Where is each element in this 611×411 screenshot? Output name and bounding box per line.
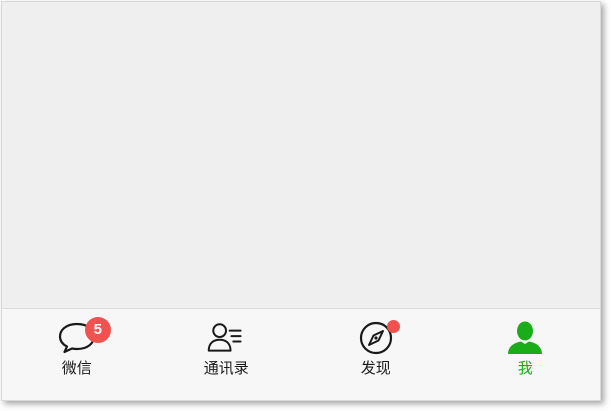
tab-discover[interactable]: 发现 bbox=[301, 309, 451, 400]
compass-icon bbox=[356, 319, 400, 355]
chat-bubble-icon: 5 bbox=[57, 317, 111, 355]
unread-badge: 5 bbox=[84, 317, 111, 343]
new-content-dot bbox=[386, 320, 400, 333]
app-window: 5 微信 通讯录 发现 我 bbox=[1, 1, 601, 401]
tab-wechat[interactable]: 5 微信 bbox=[2, 309, 152, 400]
bottom-tab-bar: 5 微信 通讯录 发现 我 bbox=[2, 308, 600, 400]
tab-me[interactable]: 我 bbox=[451, 309, 601, 400]
contacts-icon bbox=[206, 319, 246, 355]
tab-me-label: 我 bbox=[517, 359, 533, 377]
tab-contacts[interactable]: 通讯录 bbox=[152, 309, 302, 400]
tab-contacts-label: 通讯录 bbox=[203, 359, 249, 377]
tab-wechat-label: 微信 bbox=[61, 359, 92, 377]
tab-discover-label: 发现 bbox=[360, 359, 391, 377]
main-content-area bbox=[2, 2, 600, 308]
person-icon bbox=[505, 319, 545, 355]
